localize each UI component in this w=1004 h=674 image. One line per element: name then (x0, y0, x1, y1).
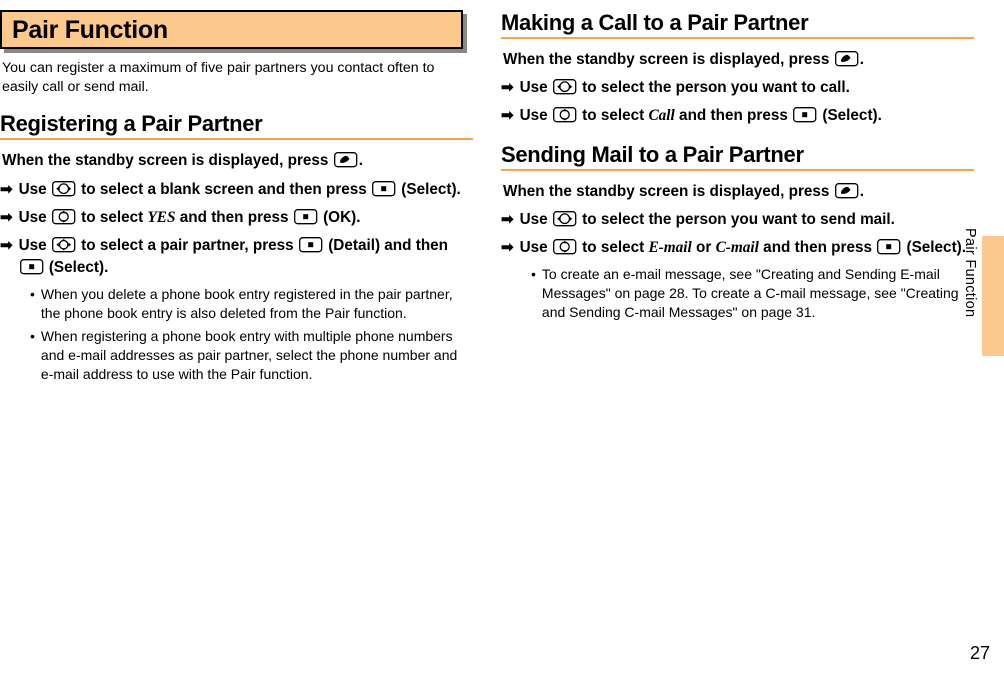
notes-list: • When you delete a phone book entry reg… (0, 285, 473, 383)
subheading-text: Making a Call to a Pair Partner (501, 10, 808, 35)
dpad-vertical-icon (553, 107, 577, 123)
step-select-person-mail: ➡ Use to select the person you want to s… (501, 209, 974, 231)
note-item: • When you delete a phone book entry reg… (30, 285, 473, 323)
dpad-vertical-icon (553, 239, 577, 255)
step-select-blank: ➡ Use to select a blank screen and then … (0, 179, 473, 201)
page-content: Pair Function You can register a maximum… (0, 0, 1004, 398)
dpad-horizontal-icon (553, 79, 577, 95)
call-key-icon (334, 152, 358, 168)
subheading-registering: Registering a Pair Partner (0, 111, 473, 140)
center-key-icon (793, 107, 817, 123)
note-item: • To create an e-mail message, see "Crea… (531, 265, 974, 322)
subheading-text: Registering a Pair Partner (0, 111, 262, 136)
subheading-sending-mail: Sending Mail to a Pair Partner (501, 142, 974, 171)
dpad-vertical-icon (52, 209, 76, 225)
arrow-icon: ➡ (501, 237, 514, 259)
step-select-mail-type: ➡ Use to select E-mail or C-mail and the… (501, 237, 974, 259)
step-select-yes: ➡ Use to select YES and then press (OK). (0, 207, 473, 229)
side-section-label: Pair Function (962, 228, 978, 317)
note-item: • When registering a phone book entry wi… (30, 327, 473, 384)
call-key-icon (835, 183, 859, 199)
standby-instruction: When the standby screen is displayed, pr… (501, 181, 974, 203)
center-key-icon (299, 237, 323, 253)
dpad-horizontal-icon (553, 211, 577, 227)
notes-list: • To create an e-mail message, see "Crea… (501, 265, 974, 322)
subheading-making-call: Making a Call to a Pair Partner (501, 10, 974, 39)
arrow-icon: ➡ (501, 105, 514, 127)
center-key-icon (877, 239, 901, 255)
standby-instruction: When the standby screen is displayed, pr… (501, 49, 974, 71)
center-key-icon (372, 181, 396, 197)
page-number: 27 (970, 643, 990, 664)
step-select-call: ➡ Use to select Call and then press (Sel… (501, 105, 974, 127)
section-heading-text: Pair Function (12, 16, 168, 44)
intro-text: You can register a maximum of five pair … (0, 59, 473, 97)
center-key-icon (20, 259, 44, 275)
call-key-icon (835, 51, 859, 67)
arrow-icon: ➡ (501, 77, 514, 99)
left-column: Pair Function You can register a maximum… (0, 10, 473, 388)
arrow-icon: ➡ (0, 207, 13, 229)
step-select-person-call: ➡ Use to select the person you want to c… (501, 77, 974, 99)
arrow-icon: ➡ (0, 235, 13, 257)
subheading-text: Sending Mail to a Pair Partner (501, 142, 804, 167)
side-tab (982, 236, 1004, 356)
section-heading-pair-function: Pair Function (0, 10, 463, 49)
arrow-icon: ➡ (501, 209, 514, 231)
dpad-all-icon (52, 237, 76, 253)
arrow-icon: ➡ (0, 179, 13, 201)
standby-instruction: When the standby screen is displayed, pr… (0, 150, 473, 172)
dpad-horizontal-icon (52, 181, 76, 197)
step-select-partner: ➡ Use to select a pair partner, press (D… (0, 235, 473, 279)
center-key-icon (294, 209, 318, 225)
right-column: Making a Call to a Pair Partner When the… (501, 10, 974, 388)
